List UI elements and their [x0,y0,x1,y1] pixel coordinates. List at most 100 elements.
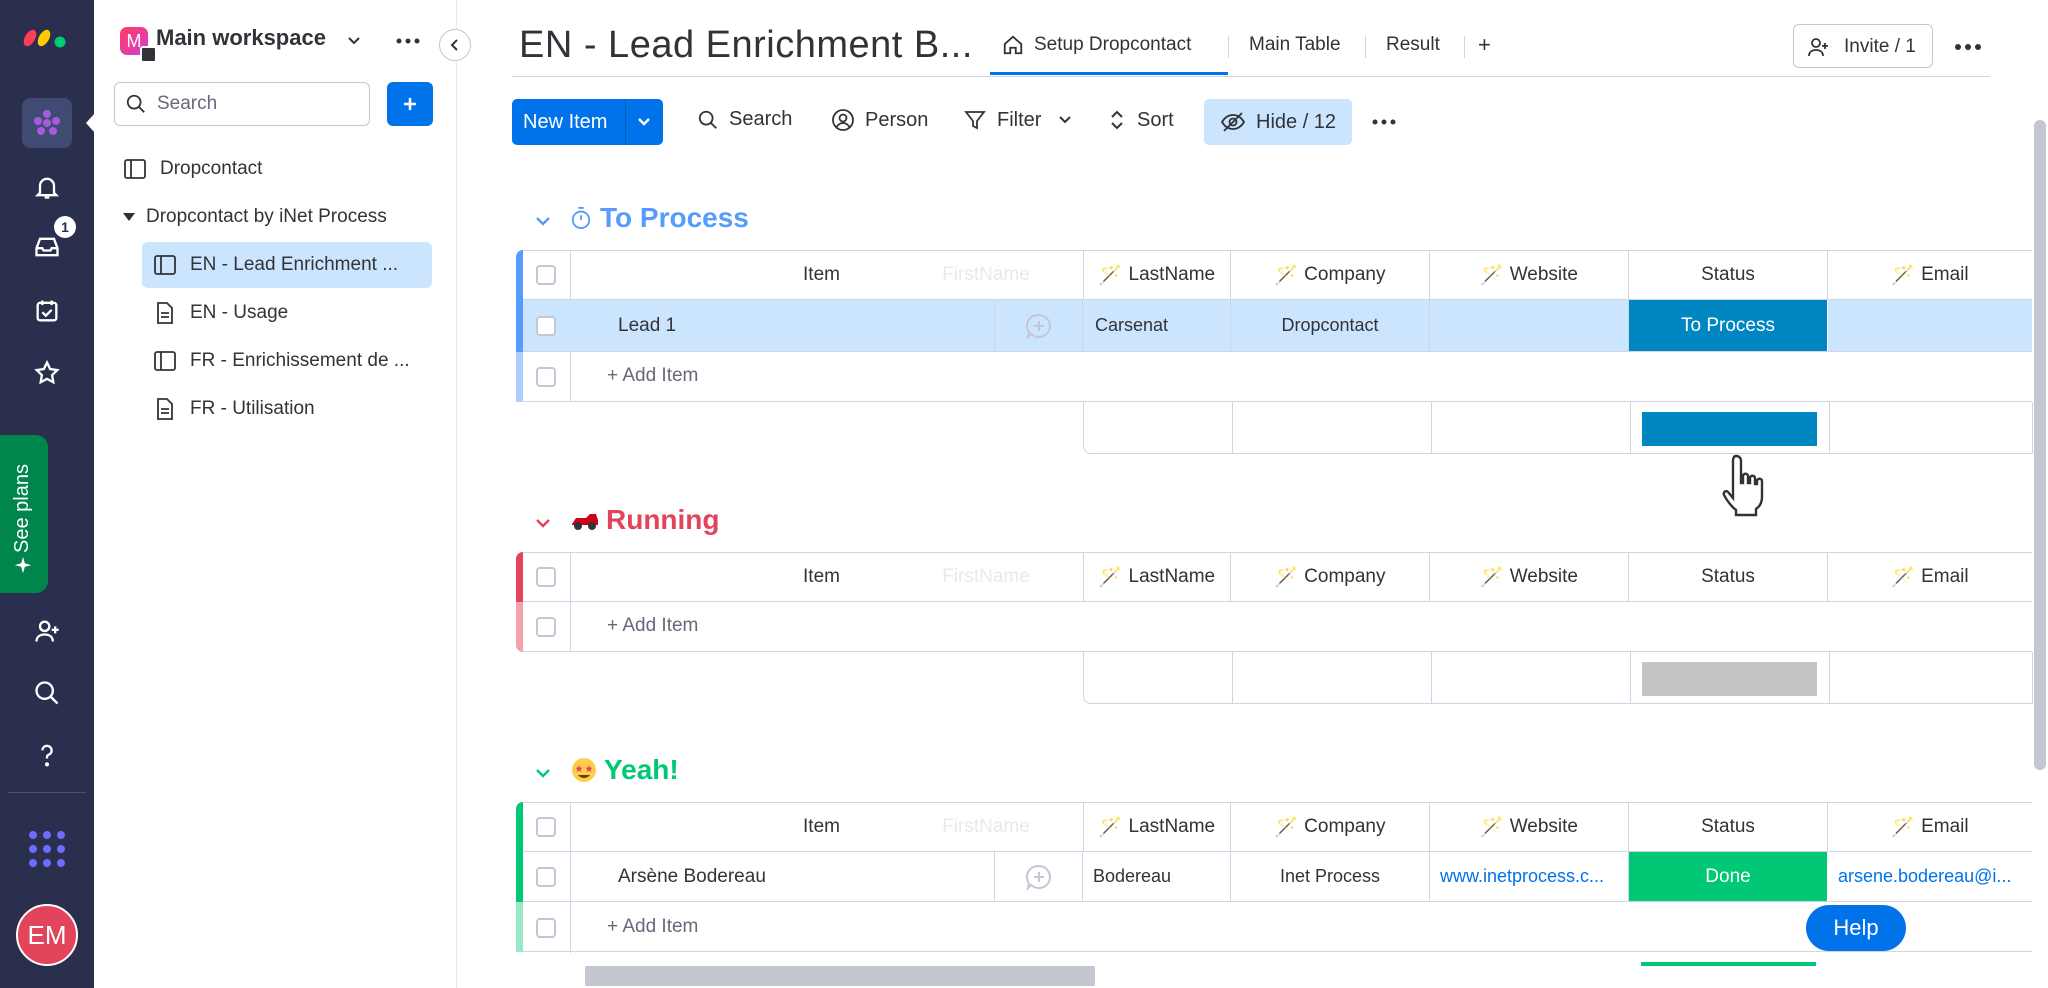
horizontal-scrollbar[interactable] [585,966,1095,986]
search-icon[interactable] [22,668,72,718]
col-email-header[interactable]: 🪄 Email [1828,251,2032,299]
add-view-button[interactable]: + [1478,32,1491,58]
add-item-input[interactable]: + Add Item [607,365,698,387]
website-cell[interactable] [1430,300,1629,351]
add-item-row[interactable] [516,902,2032,952]
invite-label: Invite / 1 [1844,36,1916,57]
toolbar-hide[interactable]: Hide / 12 [1204,99,1352,145]
col-lastname-header[interactable]: 🪄 LastName [1083,553,1231,601]
toolbar-search[interactable]: Search [697,108,792,131]
help-button[interactable]: Help [1806,905,1906,951]
invite-user-icon[interactable] [22,606,72,656]
add-item-row[interactable] [516,352,2032,402]
email-cell[interactable]: arsene.bodereau@i... [1828,852,2032,901]
col-website-header[interactable]: 🪄 Website [1430,553,1629,601]
col-email-header[interactable]: 🪄 Email [1828,553,2032,601]
my-work-icon[interactable] [22,286,72,336]
select-all-checkbox[interactable] [536,567,556,587]
col-lastname-header[interactable]: 🪄 LastName [1083,251,1231,299]
col-company-header[interactable]: 🪄 Company [1231,251,1430,299]
lastname-cell[interactable]: Carsenat [1083,300,1231,351]
board-title[interactable]: EN - Lead Enrichment B... [519,24,973,67]
group-collapse-chevron-icon[interactable] [534,516,552,530]
item-updates-cell[interactable] [995,300,1083,351]
col-status-header[interactable]: Status [1629,803,1828,851]
email-link[interactable]: arsene.bodereau@i... [1838,866,2011,887]
select-all-checkbox[interactable] [536,265,556,285]
col-status-header[interactable]: Status [1629,553,1828,601]
tab-result[interactable]: Result [1386,34,1440,56]
board-menu-icon[interactable] [1954,43,1982,51]
monday-logo[interactable] [22,18,70,50]
group-collapse-chevron-icon[interactable] [534,214,552,228]
see-plans-button[interactable]: See plans [0,435,48,593]
sidebar-item-dropcontact[interactable]: Dropcontact [124,146,262,192]
status-cell[interactable]: Done [1629,852,1828,901]
website-link[interactable]: www.inetprocess.c... [1440,866,1604,887]
col-website-header[interactable]: 🪄 Website [1430,803,1629,851]
sparkle-icon [14,556,32,574]
work-management-icon[interactable] [22,98,72,148]
collapse-sidebar-button[interactable] [439,29,471,61]
group-title-yeah[interactable]: Yeah! [570,754,679,786]
add-item-input[interactable]: + Add Item [607,916,698,938]
vertical-scrollbar[interactable] [2034,120,2046,770]
help-question-icon[interactable] [22,730,72,780]
table-row[interactable]: Arsène Bodereau Bodereau Inet Process ww… [516,852,2032,902]
tab-setup-dropcontact[interactable]: Setup Dropcontact [1002,34,1191,56]
col-website-header[interactable]: 🪄 Website [1430,251,1629,299]
col-company-header[interactable]: 🪄 Company [1231,803,1430,851]
row-checkbox[interactable] [536,316,556,336]
add-row-checkbox [536,918,556,938]
toolbar-person[interactable]: Person [831,108,928,132]
sidebar-search-placeholder: Search [157,93,218,114]
col-company-header[interactable]: 🪄 Company [1231,553,1430,601]
col-status-header[interactable]: Status [1629,251,1828,299]
sidebar-folder-dropcontact-inet[interactable]: Dropcontact by iNet Process [122,194,387,240]
status-summary-bar[interactable] [1642,662,1817,696]
invite-button[interactable]: Invite / 1 [1793,24,1933,68]
bell-icon[interactable] [22,162,72,212]
item-cell[interactable]: Lead 1 [570,300,995,351]
sidebar-item-fr-utilisation[interactable]: FR - Utilisation [154,386,315,432]
status-summary-bar[interactable] [1642,412,1817,446]
item-cell[interactable]: Arsène Bodereau [570,852,995,901]
toolbar-filter[interactable]: Filter [963,108,1073,132]
sidebar-item-en-lead-enrichment[interactable]: EN - Lead Enrichment ... [142,242,432,288]
workspace-name[interactable]: Main workspace [156,25,326,51]
chevron-down-icon[interactable] [636,115,652,129]
col-lastname-header[interactable]: 🪄 LastName [1083,803,1231,851]
item-updates-cell[interactable] [995,852,1083,901]
chevron-down-icon[interactable] [1057,113,1073,127]
group-title-running[interactable]: Running [570,504,720,536]
toolbar-more-icon[interactable] [1372,119,1396,125]
website-cell[interactable]: www.inetprocess.c... [1430,852,1629,901]
company-cell[interactable]: Inet Process [1231,852,1430,901]
row-checkbox[interactable] [536,867,556,887]
star-icon[interactable] [22,348,72,398]
add-item-input[interactable]: + Add Item [607,615,698,637]
avatar[interactable]: EM [16,904,78,966]
sidebar-search-input[interactable]: Search [114,82,370,126]
apps-grid-icon[interactable] [22,824,72,874]
summary-divider [1232,652,1233,703]
group-collapse-chevron-icon[interactable] [534,766,552,780]
tab-main-table[interactable]: Main Table [1249,34,1341,56]
new-item-button[interactable]: New Item [512,99,663,145]
company-cell[interactable]: Dropcontact [1231,300,1430,351]
sidebar-item-en-usage[interactable]: EN - Usage [154,290,288,336]
status-cell[interactable]: To Process [1629,300,1828,351]
add-item-row[interactable] [516,602,2032,652]
group-title-to-process[interactable]: To Process [570,202,749,234]
sidebar-item-fr-enrichissement[interactable]: FR - Enrichissement de ... [154,338,410,384]
select-all-checkbox[interactable] [536,817,556,837]
col-email-header[interactable]: 🪄 Email [1828,803,2032,851]
lastname-cell[interactable]: Bodereau [1083,852,1231,901]
toolbar-sort[interactable]: Sort [1107,108,1174,132]
table-row[interactable]: Lead 1 Carsenat Dropcontact To Process [516,300,2032,352]
email-cell[interactable] [1828,300,2032,351]
workspace-menu-icon[interactable] [396,38,420,44]
chevron-down-icon[interactable] [346,32,362,48]
add-board-button[interactable] [387,82,433,126]
status-summary-bar[interactable] [1641,962,1816,966]
